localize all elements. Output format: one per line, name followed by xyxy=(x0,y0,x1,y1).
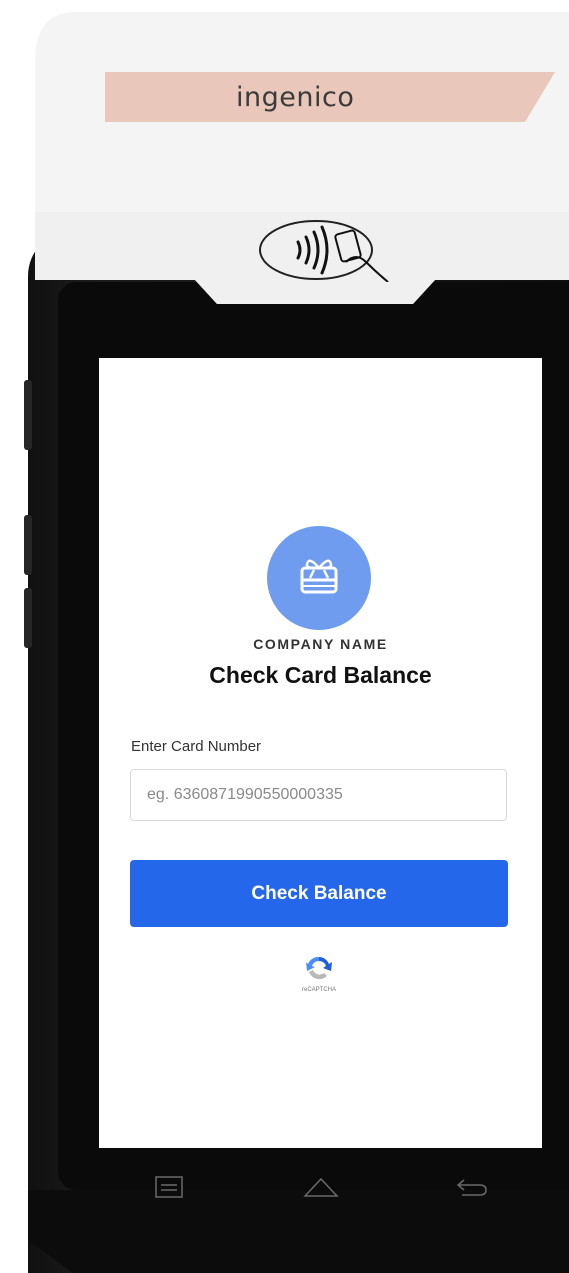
home-icon[interactable] xyxy=(303,1176,339,1198)
check-balance-button[interactable]: Check Balance xyxy=(130,860,508,927)
gift-card-icon xyxy=(300,559,338,594)
side-button-upper[interactable] xyxy=(24,380,32,450)
company-name: COMPANY NAME xyxy=(253,636,388,652)
menu-icon[interactable] xyxy=(155,1176,183,1198)
contactless-tap-icon xyxy=(259,220,389,282)
side-button-middle[interactable] xyxy=(24,515,32,575)
recaptcha-badge[interactable]: reCAPTCHA xyxy=(289,954,349,993)
brand-logo: ingenico xyxy=(236,82,355,113)
terminal-screen: COMPANY NAME Check Card Balance Enter Ca… xyxy=(99,358,542,1148)
card-number-label: Enter Card Number xyxy=(131,738,262,755)
side-button-lower[interactable] xyxy=(24,588,32,648)
recaptcha-icon xyxy=(306,956,332,980)
gift-card-icon-badge xyxy=(267,526,371,630)
card-number-input[interactable] xyxy=(130,769,507,821)
back-icon[interactable] xyxy=(456,1176,488,1198)
pos-terminal-stage: ingenico COMPANY NAME Check Card Balance… xyxy=(0,0,569,1273)
page-title: Check Card Balance xyxy=(209,662,432,688)
device-bottom-edge xyxy=(28,1190,569,1273)
recaptcha-label: reCAPTCHA xyxy=(301,987,336,993)
